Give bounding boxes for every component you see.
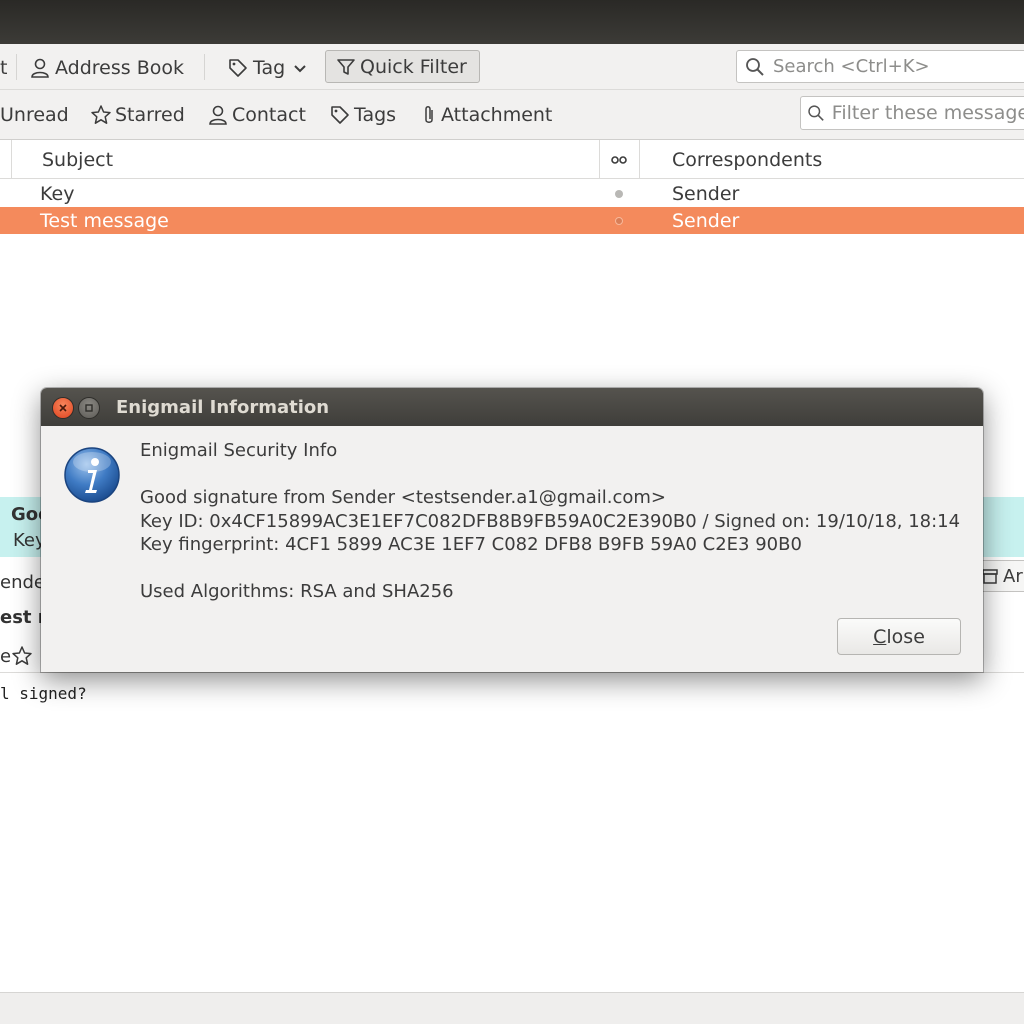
close-button-label: lose <box>886 625 925 648</box>
key-fingerprint-line: Key fingerprint: 4CF1 5899 AC3E 1EF7 C08… <box>140 534 802 555</box>
tag-label: Tag <box>253 57 286 79</box>
key-id-line: Key ID: 0x4CF15899AC3E1EF7C082DFB8B9FB59… <box>140 511 961 532</box>
read-status-icon[interactable] <box>615 190 623 198</box>
table-row[interactable]: Test message Sender <box>0 207 1024 234</box>
header-from: ende <box>0 572 45 593</box>
message-list-header: Subject Correspondents <box>0 140 1024 179</box>
search-icon <box>746 57 764 76</box>
dialog-title: Enigmail Information <box>116 397 330 418</box>
close-button[interactable]: Close <box>837 618 961 655</box>
maximize-window-button[interactable] <box>78 397 100 419</box>
toolbar-cut-label: t <box>0 57 8 79</box>
toolbar-separator <box>204 54 205 80</box>
tag-button[interactable]: Tag <box>227 55 313 81</box>
info-icon <box>64 447 120 503</box>
address-book-label: Address Book <box>55 57 184 79</box>
filter-unread-button[interactable]: Unread <box>0 102 69 128</box>
search-icon <box>808 105 824 121</box>
close-window-button[interactable] <box>52 397 74 419</box>
toolbar-cut-item[interactable]: t <box>0 55 7 81</box>
tag-icon <box>331 106 349 124</box>
address-book-button[interactable]: Address Book <box>29 55 184 81</box>
star-icon <box>91 105 111 124</box>
filter-starred-button[interactable]: Starred <box>90 102 185 128</box>
preview-divider <box>0 672 1024 673</box>
filter-tags-button[interactable]: Tags <box>329 102 396 128</box>
signature-status: Good signature from Sender <testsender.a… <box>140 487 666 508</box>
toolbar-separator <box>16 54 17 80</box>
column-subject[interactable]: Subject <box>42 140 113 179</box>
row-subject: Key <box>40 182 75 205</box>
filter-contact-label: Contact <box>232 104 306 126</box>
column-correspondents-label: Correspondents <box>672 148 823 171</box>
column-read-status[interactable] <box>609 140 629 179</box>
quick-filter-label: Quick Filter <box>360 55 467 78</box>
address-book-icon <box>31 58 49 78</box>
message-body: l signed? <box>0 684 87 703</box>
row-subject: Test message <box>40 209 169 232</box>
window-titlebar <box>0 0 1024 44</box>
global-search-input[interactable]: Search <Ctrl+K> <box>736 50 1024 83</box>
filter-attachment-label: Attachment <box>441 104 553 126</box>
table-row[interactable]: Key Sender <box>0 180 1024 207</box>
contact-icon <box>209 105 227 125</box>
column-correspondents[interactable]: Correspondents <box>672 140 822 179</box>
filter-messages-input[interactable]: Filter these messages <box>800 96 1024 130</box>
archive-icon <box>982 569 998 584</box>
star-icon[interactable] <box>11 645 33 667</box>
filter-tags-label: Tags <box>354 104 397 126</box>
filter-starred-label: Starred <box>115 104 185 126</box>
filter-icon <box>337 58 355 75</box>
row-correspondent: Sender <box>672 209 740 232</box>
filter-attachment-button[interactable]: Attachment <box>420 102 552 128</box>
header-star-prefix: e <box>0 645 12 667</box>
filter-unread-label: Unread <box>0 104 69 126</box>
column-divider <box>599 140 600 179</box>
status-bar <box>0 992 1024 1024</box>
close-button-mnemonic: C <box>873 625 887 648</box>
filter-contact-button[interactable]: Contact <box>207 102 306 128</box>
read-status-icon[interactable] <box>615 217 623 225</box>
maximize-icon <box>85 404 93 412</box>
read-status-icon <box>611 155 627 164</box>
close-window-icon <box>59 404 67 412</box>
global-search-placeholder: Search <Ctrl+K> <box>773 56 930 77</box>
dialog-heading: Enigmail Security Info <box>140 440 338 461</box>
column-subject-label: Subject <box>42 148 114 171</box>
paperclip-icon <box>425 106 433 123</box>
row-correspondent: Sender <box>672 182 740 205</box>
filter-messages-placeholder: Filter these messages <box>831 102 1024 124</box>
dialog-titlebar[interactable]: Enigmail Information <box>41 388 983 426</box>
enigmail-info-dialog: Enigmail Information Enigmail Security I… <box>41 388 983 672</box>
column-divider <box>11 140 12 179</box>
archive-label: Ar <box>1003 565 1023 587</box>
algorithms-line: Used Algorithms: RSA and SHA256 <box>140 581 454 602</box>
tag-icon <box>229 59 247 77</box>
quick-filter-button[interactable]: Quick Filter <box>325 50 480 83</box>
header-star-line: e <box>0 645 33 667</box>
chevron-down-icon <box>294 65 306 73</box>
column-divider <box>639 140 640 179</box>
